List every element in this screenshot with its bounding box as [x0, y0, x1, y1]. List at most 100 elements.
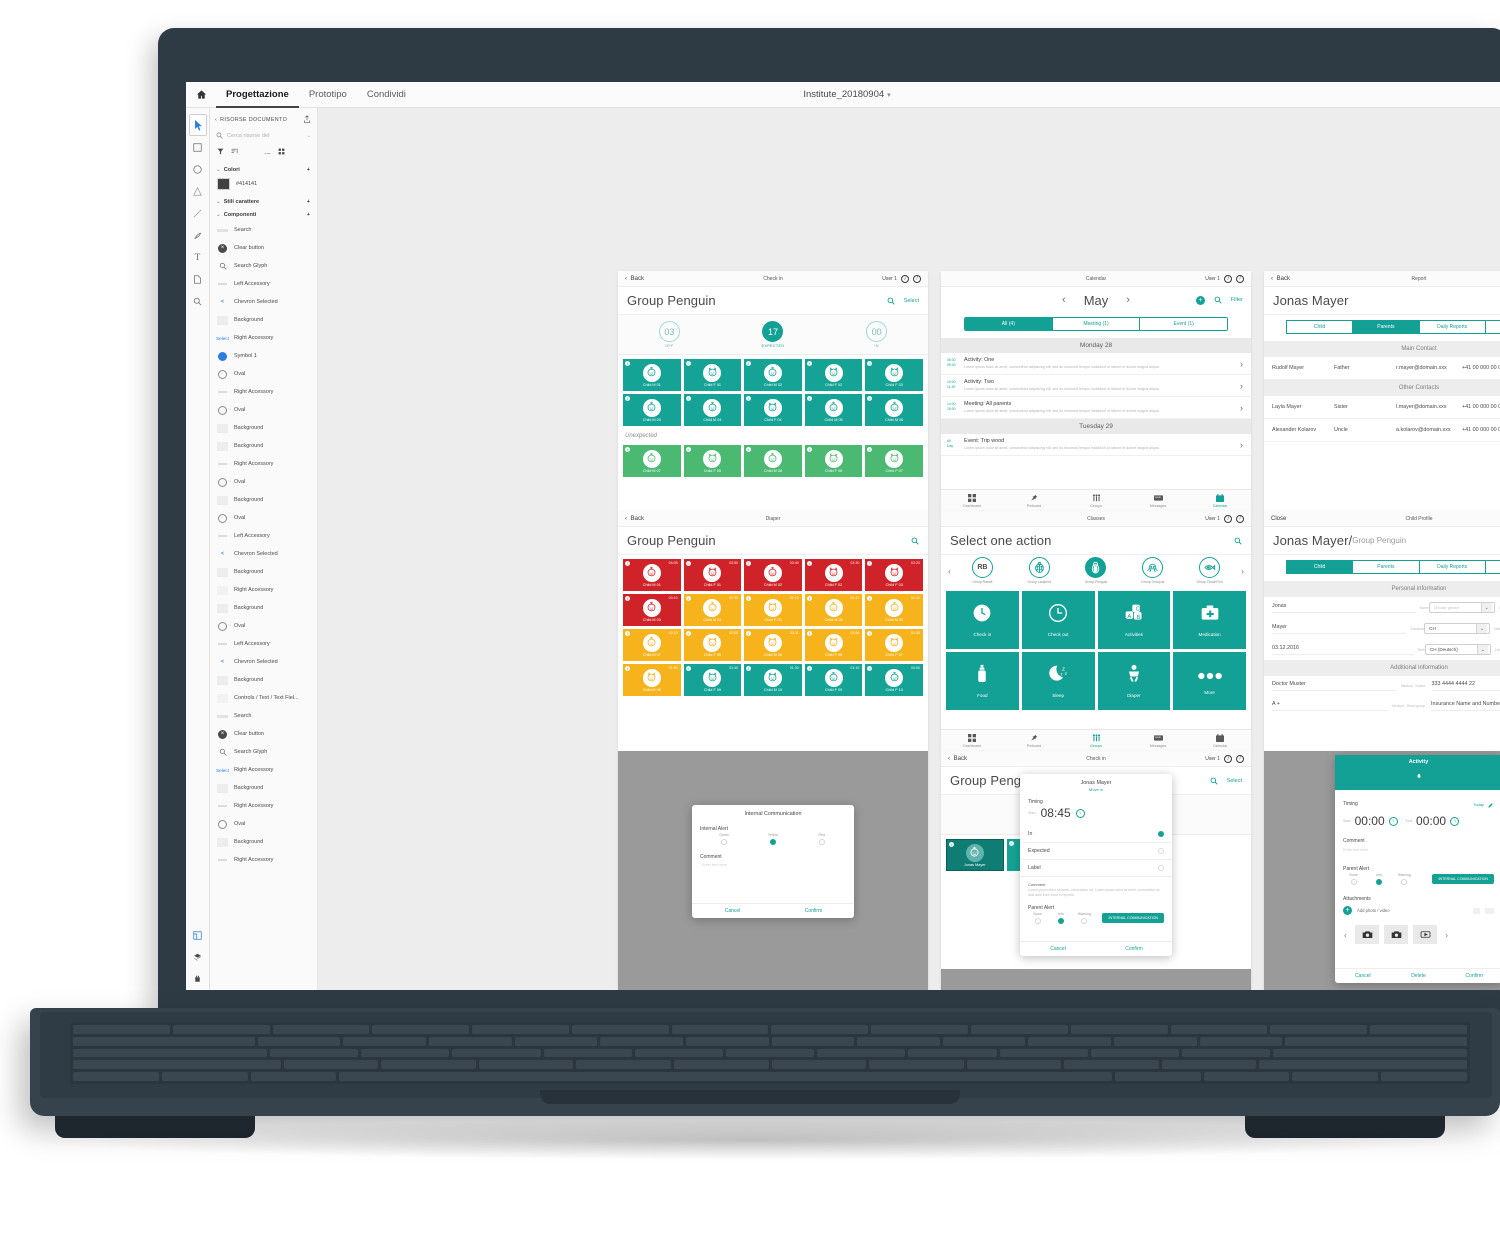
group-group-clownfish[interactable]: Group ClownFish [1181, 557, 1238, 584]
component-item[interactable]: Search [210, 221, 317, 239]
info-badge[interactable]: i [949, 842, 954, 847]
additional-left-value[interactable]: Doctor Muster [1272, 681, 1397, 691]
tab-dashboard[interactable]: Dashboard [941, 733, 1003, 748]
radio-green[interactable]: Green [702, 833, 747, 845]
report-tab-parents[interactable]: Parents [1352, 320, 1419, 334]
plugins-icon[interactable] [189, 968, 207, 990]
component-item[interactable]: Background [210, 563, 317, 581]
toggle-control[interactable] [1158, 831, 1164, 837]
component-item[interactable]: Select Right Accessory [210, 761, 317, 779]
info-badge[interactable]: i [625, 361, 630, 366]
info-badge[interactable]: i [806, 447, 812, 452]
today-label[interactable]: Today [1473, 802, 1484, 807]
component-item[interactable]: Background [210, 779, 317, 797]
child-card[interactable]: i 01:30 Child M 10 [744, 664, 802, 696]
child-card[interactable]: i 01:56 Child M 08 [623, 664, 681, 696]
main-contact-list[interactable]: Rudolf Mayer Father r.mayer@domain.xxx +41 … [1264, 357, 1500, 380]
component-item[interactable]: Background [210, 671, 317, 689]
info-badge[interactable]: i [685, 396, 691, 401]
field-select[interactable]: CH (Deutsch) ⌄ [1424, 644, 1491, 655]
component-item[interactable]: Search [210, 707, 317, 725]
toggle-row-in[interactable]: In [1020, 826, 1172, 843]
radio-none[interactable]: None [1028, 912, 1047, 924]
component-item[interactable]: Search Glyph [210, 743, 317, 761]
calendar-day-list[interactable]: Monday 28 08:30 09:30 Activity: One Lorem ip… [941, 338, 1251, 456]
artboard-calendar[interactable]: Calendar User 1 i ! ‹ May › + Filter All… [941, 271, 1251, 511]
child-card[interactable]: i Child M 07 [623, 445, 681, 477]
next-month-button[interactable]: › [1126, 294, 1130, 306]
report-tab-portfolio[interactable]: Portfolio [1484, 320, 1500, 334]
comment-placeholder[interactable]: Enter text here [692, 861, 854, 875]
info-badge[interactable]: i [625, 631, 630, 636]
tab-condividi[interactable]: Condividi [357, 82, 416, 108]
assets-section-colori[interactable]: ⌄ Colori + [210, 163, 317, 176]
calendar-event[interactable]: 08:30 09:30 Activity: One Lorem ipsum dolor… [941, 353, 1251, 375]
radio-red[interactable]: Red [799, 833, 844, 845]
child-card[interactable]: i Child F 02 [804, 359, 863, 391]
other-contacts-list[interactable]: Layla Mayer Sister l.mayer@domain.xxx +41 0… [1264, 396, 1500, 442]
component-item[interactable]: Background [210, 599, 317, 617]
camera-icon[interactable] [1355, 925, 1379, 944]
child-card[interactable]: i 02:35 Child M 04 [683, 594, 742, 626]
filter-icon[interactable] [217, 148, 224, 157]
info-badge[interactable]: i [625, 596, 630, 601]
child-card[interactable]: i Child M 01 [623, 359, 681, 391]
additional-left-value[interactable]: A + [1272, 701, 1389, 711]
add-color-button[interactable]: + [307, 167, 310, 173]
assets-section-componenti[interactable]: ⌄ Componenti + [210, 208, 317, 221]
add-event-button[interactable]: + [1195, 295, 1205, 305]
select-icon[interactable] [188, 114, 207, 136]
ellipse-icon[interactable] [189, 158, 207, 180]
component-item[interactable]: Left Accessory [210, 275, 317, 293]
radio-dot[interactable] [1401, 879, 1408, 885]
prev-month-button[interactable]: ‹ [1062, 294, 1066, 306]
chevron-down-icon[interactable]: ⌄ [216, 199, 221, 205]
profile-tab-daily-reports[interactable]: Daily Reports [1418, 560, 1485, 574]
component-item[interactable]: Left Accessory [210, 635, 317, 653]
chevron-right-icon[interactable]: › [1240, 381, 1243, 391]
child-card[interactable]: i Child M 08 [744, 445, 802, 477]
group-selector[interactable]: ‹ RB Group Rabbit Group Ladybird Group Peng… [941, 555, 1251, 588]
chevron-down-icon[interactable]: ⌄ [216, 212, 221, 218]
action-sleep[interactable]: z z z Sleep [1021, 652, 1095, 710]
artboard-icon[interactable] [189, 268, 207, 290]
component-item[interactable]: Right Accessory [210, 797, 317, 815]
radio-dot[interactable] [1375, 879, 1382, 885]
artboard-report[interactable]: ‹ Back Report Jonas Mayer Child Parents Da… [1264, 271, 1500, 511]
info-badge[interactable]: i [867, 361, 873, 366]
component-item[interactable]: Select Right Accessory [210, 329, 317, 347]
color-swatch[interactable] [217, 178, 230, 190]
add-component-button[interactable]: + [307, 212, 310, 218]
info-badge[interactable]: i [746, 596, 752, 601]
info-badge[interactable]: i [746, 561, 752, 566]
tab-groups[interactable]: Groups [1065, 733, 1127, 748]
info-badge[interactable]: i [685, 361, 691, 366]
clock-icon[interactable] [1075, 808, 1085, 818]
contact-row[interactable]: Layla Mayer Sister l.mayer@domain.xxx +41 0… [1264, 396, 1500, 419]
group-group-ladybird[interactable]: Group Ladybird [1011, 557, 1068, 584]
info-icon[interactable]: i [1224, 514, 1232, 523]
polygon-icon[interactable] [189, 180, 207, 202]
radio-yellow[interactable]: Yellow [751, 833, 796, 845]
tab-prototipo[interactable]: Prototipo [299, 82, 357, 108]
alert-icon[interactable]: ! [1236, 274, 1244, 283]
field-value[interactable]: Mayer [1272, 624, 1407, 634]
component-item[interactable]: Right Accessory [210, 581, 317, 599]
grid-view-icon[interactable] [278, 148, 285, 157]
alert-icon[interactable]: ! [1236, 514, 1244, 523]
tab-messages[interactable]: Messages [1127, 494, 1189, 508]
report-tab-daily-reports[interactable]: Daily Reports [1418, 320, 1485, 334]
search-icon[interactable] [887, 292, 895, 310]
toggle-rows[interactable]: In Expected Label [1020, 826, 1172, 877]
chevron-down-icon[interactable]: ⌄ [306, 133, 311, 139]
layers-icon[interactable] [189, 924, 207, 946]
segment-all[interactable]: All (4) [965, 318, 1053, 330]
child-card[interactable]: i Child M 02 [744, 359, 802, 391]
segment-event[interactable]: Event (1) [1140, 318, 1227, 330]
info-badge[interactable]: i [746, 666, 752, 671]
radio-dot[interactable] [770, 839, 776, 845]
child-card[interactable]: i 02:41 Child M 06 [865, 594, 923, 626]
list-view-icon[interactable] [264, 148, 271, 157]
info-badge[interactable]: i [806, 396, 812, 401]
radio-dot[interactable] [1057, 918, 1064, 924]
